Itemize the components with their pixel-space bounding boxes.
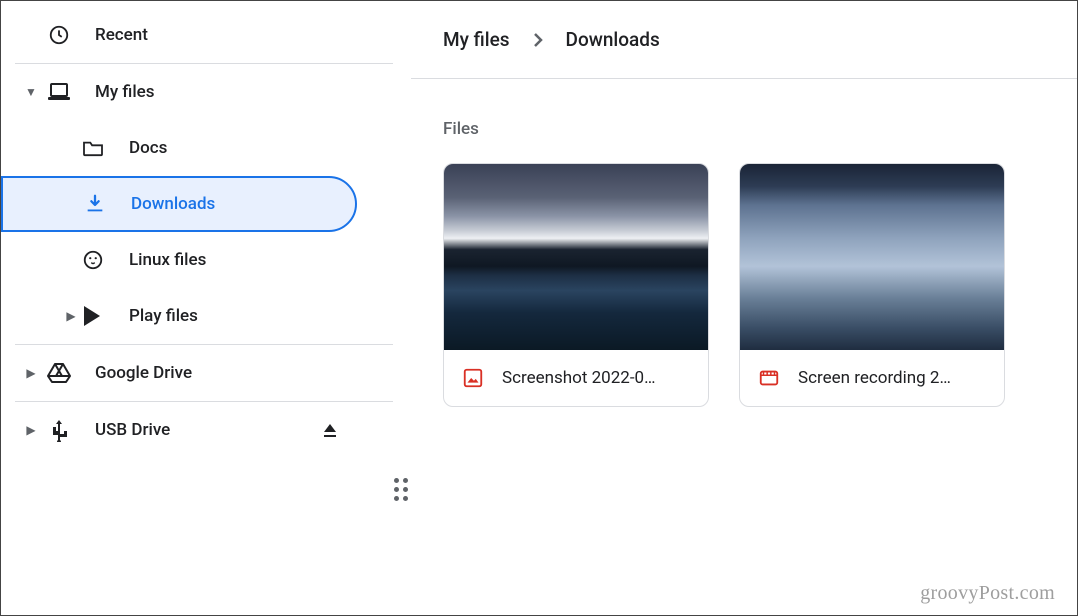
- file-name: Screenshot 2022-0…: [502, 368, 655, 388]
- image-file-icon: [462, 367, 484, 389]
- linux-icon: [81, 248, 105, 272]
- sidebar-item-linux[interactable]: Linux files: [1, 232, 411, 288]
- sidebar-label: Downloads: [131, 194, 215, 214]
- chevron-down-icon: ▼: [21, 85, 41, 99]
- sidebar-item-gdrive[interactable]: ▶ Google Drive: [1, 345, 411, 401]
- play-store-icon: [81, 304, 105, 328]
- sidebar-label: Recent: [95, 25, 148, 45]
- file-name: Screen recording 2…: [798, 368, 951, 388]
- sidebar-label: Google Drive: [95, 363, 192, 383]
- sidebar-label: My files: [95, 82, 155, 102]
- download-icon: [83, 192, 107, 216]
- files-grid: Screenshot 2022-0… Screen recording 2…: [443, 163, 1077, 407]
- sidebar: Recent ▼ My files Docs Downloads: [1, 1, 411, 615]
- file-thumbnail: [444, 164, 708, 350]
- sidebar-item-playfiles[interactable]: ▶ Play files: [1, 288, 411, 344]
- eject-icon[interactable]: [321, 421, 339, 439]
- sidebar-item-docs[interactable]: Docs: [1, 120, 411, 176]
- file-card[interactable]: Screen recording 2…: [739, 163, 1005, 407]
- chevron-right-icon: ▶: [21, 366, 41, 380]
- section-title: Files: [443, 119, 1077, 139]
- usb-icon: [47, 418, 71, 442]
- file-card[interactable]: Screenshot 2022-0…: [443, 163, 709, 407]
- breadcrumb: My files Downloads: [411, 1, 1077, 79]
- chevron-right-icon: [532, 32, 544, 48]
- chevron-right-icon: ▶: [21, 423, 41, 437]
- chevron-right-icon: ▶: [61, 309, 81, 323]
- sidebar-item-myfiles[interactable]: ▼ My files: [1, 64, 411, 120]
- sidebar-item-usb[interactable]: ▶ USB Drive: [1, 402, 411, 458]
- folder-icon: [81, 136, 105, 160]
- sidebar-item-recent[interactable]: Recent: [1, 7, 411, 63]
- sidebar-label: Play files: [129, 306, 198, 326]
- google-drive-icon: [47, 361, 71, 385]
- sidebar-label: Linux files: [129, 250, 206, 270]
- main-panel: My files Downloads Files Screenshot 2022…: [411, 1, 1077, 615]
- sidebar-label: USB Drive: [95, 420, 170, 440]
- clock-icon: [47, 23, 71, 47]
- sidebar-label: Docs: [129, 138, 167, 158]
- breadcrumb-root[interactable]: My files: [443, 28, 510, 51]
- resize-handle-icon[interactable]: [389, 477, 413, 501]
- laptop-icon: [47, 80, 71, 104]
- video-file-icon: [758, 367, 780, 389]
- file-thumbnail: [740, 164, 1004, 350]
- sidebar-item-downloads[interactable]: Downloads: [1, 176, 357, 232]
- watermark: groovyPost.com: [920, 582, 1055, 605]
- breadcrumb-current: Downloads: [566, 28, 660, 51]
